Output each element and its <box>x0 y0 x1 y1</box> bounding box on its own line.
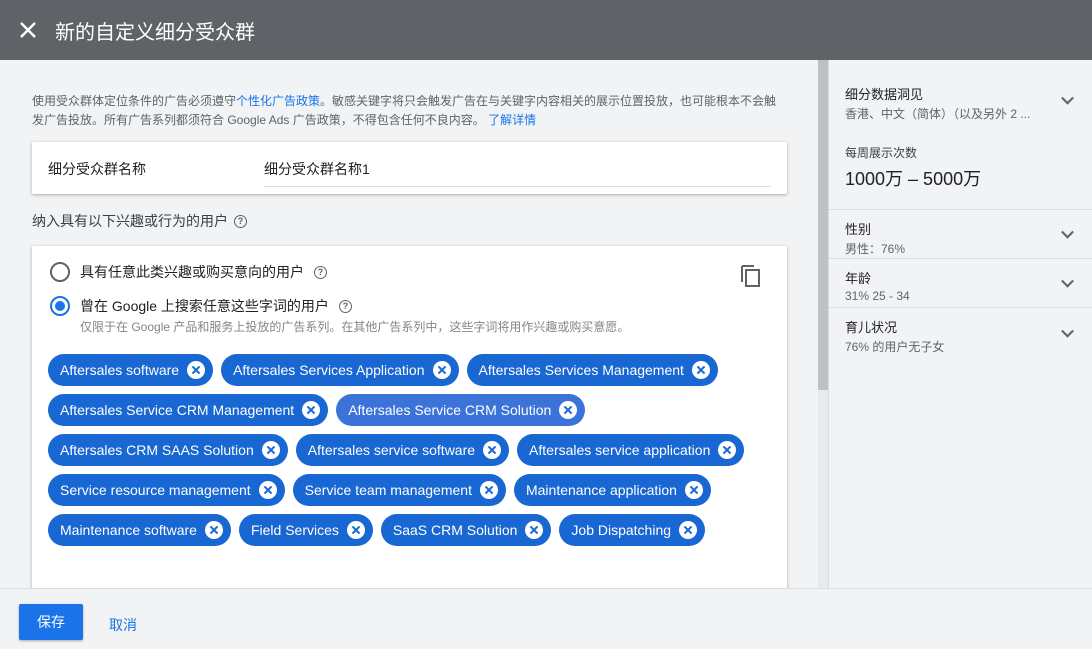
dialog-footer: 保存 取消 <box>0 588 1092 649</box>
segment-name-label: 细分受众群名称 <box>48 161 146 177</box>
radio-description: 仅限于在 Google 产品和服务上投放的广告系列。在其他广告系列中，这些字词将… <box>80 320 630 334</box>
help-icon[interactable]: ? <box>234 214 247 228</box>
chip-label: Aftersales service software <box>307 442 476 458</box>
help-icon[interactable]: ? <box>314 265 327 279</box>
chip-label: SaaS CRM Solution <box>392 522 518 538</box>
section-label: 纳入具有以下兴趣或行为的用户? <box>32 211 247 231</box>
insight-segment[interactable]: 细分数据洞见 香港、中文（简体）（以及另外 2 ... <box>829 60 1092 122</box>
remove-chip-icon[interactable] <box>261 441 280 459</box>
insight-title: 年龄 <box>845 271 872 286</box>
chip-label: Field Services <box>250 522 339 538</box>
keyword-chip[interactable]: Field Services <box>238 514 373 546</box>
keyword-chip[interactable]: Aftersales Services Management <box>466 354 718 386</box>
remove-chip-icon[interactable] <box>679 521 698 539</box>
keyword-chip[interactable]: Maintenance software <box>48 514 231 546</box>
chip-label: Service team management <box>304 482 472 498</box>
remove-chip-icon[interactable] <box>718 441 737 459</box>
keyword-chip[interactable]: Aftersales Service CRM Solution <box>336 394 586 426</box>
keyword-chip[interactable]: Aftersales service application <box>517 434 745 466</box>
dialog-title: 新的自定义细分受众群 <box>55 21 255 44</box>
cancel-button[interactable]: 取消 <box>109 615 137 635</box>
remove-chip-icon[interactable] <box>302 401 321 419</box>
chip-label: Maintenance application <box>525 482 677 498</box>
radio-label: 具有任意此类兴趣或购买意向的用户 <box>80 264 304 280</box>
criteria-card: 具有任意此类兴趣或购买意向的用户? 曾在 Google 上搜索任意这些字词的用户… <box>32 246 787 588</box>
main-content: 使用受众群体定位条件的广告必须遵守个性化广告政策。敏感关键字将只会触发广告在与关… <box>0 60 818 588</box>
remove-chip-icon[interactable] <box>691 361 710 379</box>
remove-chip-icon[interactable] <box>559 401 578 419</box>
segment-name-card: 细分受众群名称 细分受众群名称1 <box>32 142 787 194</box>
policy-notice: 使用受众群体定位条件的广告必须遵守个性化广告政策。敏感关键字将只会触发广告在与关… <box>32 92 782 130</box>
keyword-chip[interactable]: SaaS CRM Solution <box>380 514 552 546</box>
chip-label: Aftersales Service CRM Solution <box>348 402 552 418</box>
insight-title: 性别 <box>845 222 872 237</box>
save-button[interactable]: 保存 <box>19 604 83 640</box>
impressions-label: 每周展示次数 <box>845 146 918 160</box>
insight-value: 男性：76% <box>845 242 906 256</box>
insight-value: 香港、中文（简体）（以及另外 2 ... <box>845 107 1031 121</box>
learn-more-link[interactable]: 了解详情 <box>488 113 536 127</box>
insight-value: 31% 25 - 34 <box>845 289 910 303</box>
keyword-chip[interactable]: Aftersales CRM SAAS Solution <box>48 434 288 466</box>
chip-label: Aftersales Service CRM Management <box>60 402 295 418</box>
radio-checked-icon[interactable] <box>50 296 70 316</box>
remove-chip-icon[interactable] <box>479 481 498 499</box>
keyword-chips: Aftersales software Aftersales Services A… <box>48 354 778 546</box>
section-label-text: 纳入具有以下兴趣或行为的用户 <box>32 213 228 229</box>
keyword-chip[interactable]: Maintenance application <box>513 474 711 506</box>
chip-label: Aftersales Services Application <box>233 362 425 378</box>
chip-label: Aftersales Services Management <box>478 362 684 378</box>
scrollbar-thumb[interactable] <box>818 60 828 390</box>
remove-chip-icon[interactable] <box>187 361 206 379</box>
keyword-chip[interactable]: Service resource management <box>48 474 285 506</box>
impressions-value: 1000万 – 5000万 <box>845 169 982 189</box>
weekly-impressions: 每周展示次数 1000万 – 5000万 <box>829 122 1092 210</box>
close-icon[interactable] <box>18 20 38 40</box>
insight-parental-status[interactable]: 育儿状况 76% 的用户无子女 <box>829 308 1092 357</box>
chip-label: Aftersales software <box>60 362 180 378</box>
chip-label: Aftersales CRM SAAS Solution <box>60 442 254 458</box>
personalized-ads-policy-link[interactable]: 个性化广告政策 <box>236 94 320 108</box>
insights-panel: 细分数据洞见 香港、中文（简体）（以及另外 2 ... 每周展示次数 1000万… <box>828 60 1092 588</box>
keyword-chip[interactable]: Aftersales service software <box>295 434 510 466</box>
insight-title: 育儿状况 <box>845 320 898 335</box>
remove-chip-icon[interactable] <box>204 521 223 539</box>
radio-interests[interactable]: 具有任意此类兴趣或购买意向的用户? <box>50 262 327 282</box>
keyword-chip[interactable]: Aftersales Services Application <box>221 354 459 386</box>
remove-chip-icon[interactable] <box>432 361 451 379</box>
radio-unchecked-icon[interactable] <box>50 262 70 282</box>
chip-label: Aftersales service application <box>529 442 711 458</box>
radio-label: 曾在 Google 上搜索任意这些字词的用户 <box>80 298 329 314</box>
remove-chip-icon[interactable] <box>483 441 502 459</box>
chip-label: Job Dispatching <box>571 522 672 538</box>
insight-title: 细分数据洞见 <box>845 87 924 102</box>
insight-age[interactable]: 年龄 31% 25 - 34 <box>829 259 1092 308</box>
keyword-chip[interactable]: Aftersales software <box>48 354 214 386</box>
remove-chip-icon[interactable] <box>525 521 544 539</box>
segment-name-input[interactable]: 细分受众群名称1 <box>264 159 771 187</box>
keyword-chip[interactable]: Service team management <box>292 474 506 506</box>
help-icon[interactable]: ? <box>338 299 352 313</box>
remove-chip-icon[interactable] <box>346 521 365 539</box>
chip-label: Maintenance software <box>60 522 197 538</box>
keyword-chip[interactable]: Aftersales Service CRM Management <box>48 394 329 426</box>
notice-text: 使用受众群体定位条件的广告必须遵守 <box>32 94 237 108</box>
insight-value: 76% 的用户无子女 <box>845 340 945 354</box>
remove-chip-icon[interactable] <box>258 481 277 499</box>
keyword-chip[interactable]: Job Dispatching <box>559 514 706 546</box>
copy-icon[interactable] <box>740 264 762 288</box>
remove-chip-icon[interactable] <box>684 481 703 499</box>
radio-searched-terms[interactable]: 曾在 Google 上搜索任意这些字词的用户? <box>50 296 352 316</box>
insight-gender[interactable]: 性别男性：76% <box>829 210 1092 259</box>
dialog-header: 新的自定义细分受众群 <box>0 0 1092 60</box>
chip-label: Service resource management <box>60 482 251 498</box>
scrollbar[interactable] <box>818 60 828 588</box>
